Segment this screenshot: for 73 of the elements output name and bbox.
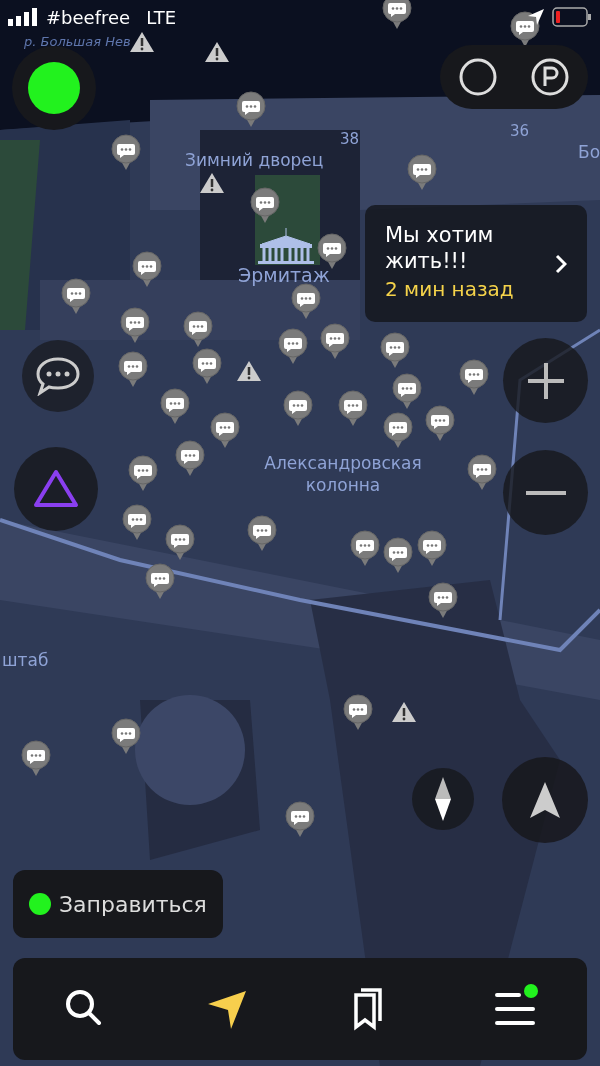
comment-pin-icon[interactable] (192, 348, 222, 384)
signal-icon (8, 8, 38, 26)
comment-pin-icon[interactable] (343, 694, 373, 730)
comment-pin-icon[interactable] (407, 154, 437, 190)
triangle-icon (33, 469, 79, 509)
network-type: LTE (146, 5, 177, 30)
comment-pin-icon[interactable] (383, 537, 413, 573)
comment-pin-icon[interactable] (145, 563, 175, 599)
carrier-name: #beefree (46, 5, 131, 30)
comment-pin-icon[interactable] (111, 718, 141, 754)
location-arrow-icon (528, 9, 544, 25)
comment-pin-icon[interactable] (250, 187, 280, 223)
traffic-button[interactable] (458, 57, 498, 97)
refuel-button[interactable]: Заправиться (13, 870, 223, 938)
comment-pin-icon[interactable] (165, 524, 195, 560)
comment-pin-icon[interactable] (428, 582, 458, 618)
warning-icon[interactable] (204, 41, 230, 63)
comment-pin-icon[interactable] (320, 323, 350, 359)
comment-pin-icon[interactable] (350, 530, 380, 566)
notification-card[interactable]: Мы хотим жить!!! 2 мин назад (365, 205, 587, 322)
warning-icon[interactable] (391, 701, 417, 723)
comment-pin-icon[interactable] (425, 405, 455, 441)
comment-pin-icon[interactable] (417, 530, 447, 566)
comment-pin-icon[interactable] (132, 251, 162, 287)
warning-icon[interactable] (236, 360, 262, 382)
comment-pin-icon[interactable] (122, 504, 152, 540)
map-label: р. Большая Нев (24, 34, 131, 50)
comment-pin-icon[interactable] (210, 412, 240, 448)
comment-pin-icon[interactable] (111, 134, 141, 170)
map-label: штаб (2, 650, 49, 671)
notification-time: 2 мин назад (385, 275, 515, 303)
parking-button[interactable] (530, 57, 570, 97)
comment-pin-icon[interactable] (175, 440, 205, 476)
chat-bubble-icon (35, 356, 81, 396)
comment-pin-icon[interactable] (317, 233, 347, 269)
map-label: 38 (340, 130, 360, 148)
map-label: Эрмитаж (238, 264, 330, 287)
status-dot-icon (29, 893, 51, 915)
comment-pin-icon[interactable] (285, 801, 315, 837)
map-label: Александровская колонна (263, 452, 423, 498)
comment-pin-icon[interactable] (21, 740, 51, 776)
comment-pin-icon[interactable] (459, 359, 489, 395)
comment-pin-icon[interactable] (247, 515, 277, 551)
comment-pin-icon[interactable] (283, 390, 313, 426)
parking-icon (530, 57, 570, 97)
plus-icon (525, 360, 566, 401)
comment-pin-icon[interactable] (383, 412, 413, 448)
comment-pin-icon[interactable] (128, 455, 158, 491)
comment-pin-icon[interactable] (160, 388, 190, 424)
circle-icon (458, 57, 498, 97)
map-label: Бо (578, 142, 600, 163)
comment-pin-icon[interactable] (338, 390, 368, 426)
comment-pin-icon[interactable] (467, 454, 497, 490)
comment-pin-icon[interactable] (183, 311, 213, 347)
comment-pin-icon[interactable] (380, 332, 410, 368)
comment-pin-icon[interactable] (382, 0, 412, 29)
warning-icon[interactable] (199, 172, 225, 194)
comment-pin-icon[interactable] (120, 307, 150, 343)
status-dot-icon (28, 62, 80, 114)
warning-icon[interactable] (129, 31, 155, 53)
comment-pin-icon[interactable] (392, 373, 422, 409)
comment-pin-icon[interactable] (61, 278, 91, 314)
comment-pin-icon[interactable] (236, 91, 266, 127)
comment-pin-icon[interactable] (278, 328, 308, 364)
notification-message: Мы хотим жить!!! (385, 223, 495, 274)
compass-needle-icon (433, 777, 453, 821)
chevron-right-icon (555, 253, 567, 274)
arrow-icon (530, 782, 560, 818)
museum-building-icon (258, 228, 314, 264)
map-label: Зимний дворец (185, 150, 324, 171)
map-label: 36 (510, 122, 530, 140)
comment-pin-icon[interactable] (118, 351, 148, 387)
minus-icon (525, 489, 566, 496)
